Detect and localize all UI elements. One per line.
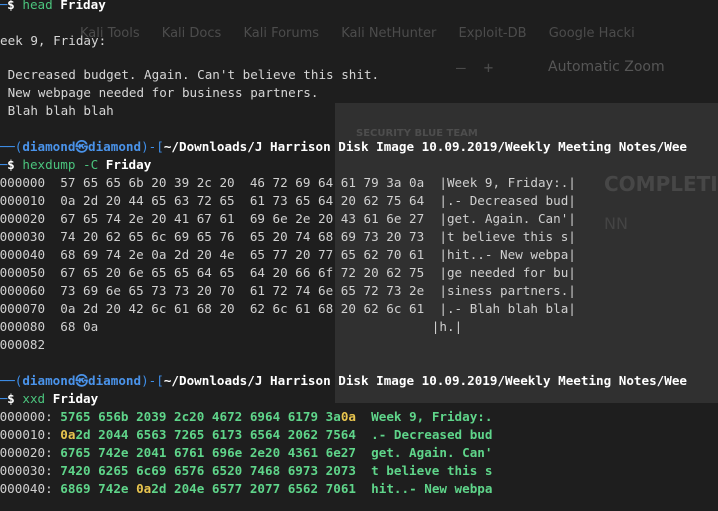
ascii-delimiter: | xyxy=(439,301,447,316)
hex-bytes: 65 77 20 77 65 62 70 61 xyxy=(249,247,425,262)
xxd-hex: 6869 742e xyxy=(60,481,137,496)
hex-bytes: 67 65 74 2e 20 41 67 61 xyxy=(60,211,235,226)
xxd-text: Week 9, Friday:. xyxy=(371,409,493,424)
prompt-line: ┌──(diamond㉿diamond)-[~/Downloads/J Harr… xyxy=(0,139,688,154)
xxd-hex: 5765 656b 2039 2c20 4672 6964 6179 3a xyxy=(60,409,341,424)
output-line: eek 9, Friday: xyxy=(0,33,107,48)
xxd-row: 0000010: 0a2d 2044 6563 7265 6173 6564 2… xyxy=(0,426,492,444)
xxd-text: .- Decreased bud xyxy=(371,427,493,442)
hex-bytes: 69 6e 2e 20 43 61 6e 27 xyxy=(249,211,425,226)
terminal-window[interactable]: └─$ head Friday eek 9, Friday: Decreased… xyxy=(0,0,718,511)
hex-bytes: 0a 2d 20 44 65 63 72 65 xyxy=(60,193,235,208)
ascii-delimiter: | xyxy=(439,211,447,226)
ascii-delimiter: | xyxy=(568,283,576,298)
ascii-delimiter: | xyxy=(568,247,576,262)
hex-offset: 0000010 xyxy=(0,193,46,208)
ascii-text: .- Blah blah bla xyxy=(446,301,569,316)
xxd-hex: 2d 204e 6577 2077 6562 7061 xyxy=(151,481,356,496)
hex-bytes: 68 0a xyxy=(60,319,99,334)
output-line: Decreased budget. Again. Can't believe t… xyxy=(0,67,380,82)
xxd-hex: 2d 2044 6563 7265 6173 6564 2062 7564 xyxy=(75,427,356,442)
hex-offset: 0000060 xyxy=(0,283,46,298)
xxd-offset: 0000010: xyxy=(0,427,53,442)
hex-bytes: 68 69 74 2e 0a 2d 20 4e xyxy=(60,247,235,262)
prompt-tail-line: └─$ head Friday xyxy=(0,0,106,12)
xxd-text: t believe this s xyxy=(371,463,493,478)
xxd-text: hit..- New webpa xyxy=(371,481,493,496)
output-line: New webpage needed for business partners… xyxy=(0,85,319,100)
prompt-line: ┌──(diamond㉿diamond)-[~/Downloads/J Harr… xyxy=(0,373,688,388)
hex-offset: 0000000 xyxy=(0,175,46,190)
hex-bytes: 57 65 65 6b 20 39 2c 20 xyxy=(60,175,235,190)
xxd-hex: 7420 6265 6c69 6576 6520 7468 6973 2073 xyxy=(60,463,356,478)
hexdump-row: 0000010 0a 2d 20 44 65 63 72 65 61 73 65… xyxy=(0,192,576,210)
ascii-delimiter: | xyxy=(439,247,447,262)
xxd-hex: 6765 742e 2041 6761 696e 2e20 4361 6e27 xyxy=(60,445,356,460)
xxd-text: get. Again. Can' xyxy=(371,445,493,460)
ascii-text: t believe this s xyxy=(446,229,569,244)
ascii-delimiter: | xyxy=(439,265,447,280)
hex-bytes: 65 20 74 68 69 73 20 73 xyxy=(249,229,425,244)
xxd-row: 0000000: 5765 656b 2039 2c20 4672 6964 6… xyxy=(0,408,492,426)
xxd-offset: 0000020: xyxy=(0,445,53,460)
hexdump-row: 0000070 0a 2d 20 42 6c 61 68 20 62 6c 61… xyxy=(0,300,576,318)
hex-bytes: 61 73 65 64 20 62 75 64 xyxy=(249,193,425,208)
ascii-text: get. Again. Can' xyxy=(446,211,569,226)
xxd-offset: 0000030: xyxy=(0,463,53,478)
hexdump-row: 0000050 67 65 20 6e 65 65 64 65 64 20 66… xyxy=(0,264,576,282)
xxd-offset: 0000040: xyxy=(0,481,53,496)
hex-offset: 0000030 xyxy=(0,229,46,244)
hexdump-row: 0000082 xyxy=(0,336,45,354)
hex-offset: 0000020 xyxy=(0,211,46,226)
hex-bytes: 64 20 66 6f 72 20 62 75 xyxy=(249,265,425,280)
ascii-delimiter: | xyxy=(568,193,576,208)
ascii-delimiter: | xyxy=(454,319,463,334)
hex-bytes: 67 65 20 6e 65 65 64 65 xyxy=(60,265,235,280)
ascii-text: Week 9, Friday:. xyxy=(446,175,569,190)
ascii-text: ge needed for bu xyxy=(446,265,569,280)
hex-bytes: 73 69 6e 65 73 73 20 70 xyxy=(60,283,235,298)
hexdump-row: 0000080 68 0a |h.| xyxy=(0,318,462,336)
output-line: Blah blah blah xyxy=(0,103,114,118)
hexdump-row: 0000020 67 65 74 2e 20 41 67 61 69 6e 2e… xyxy=(0,210,576,228)
xxd-row: 0000040: 6869 742e 0a2d 204e 6577 2077 6… xyxy=(0,480,492,498)
ascii-delimiter: | xyxy=(568,175,576,190)
hex-offset: 0000040 xyxy=(0,247,46,262)
hex-offset: 0000050 xyxy=(0,265,46,280)
ascii-delimiter: | xyxy=(439,175,447,190)
command-line: └─$ hexdump -C Friday xyxy=(0,157,152,172)
xxd-row: 0000020: 6765 742e 2041 6761 696e 2e20 4… xyxy=(0,444,492,462)
ascii-text: siness partners. xyxy=(446,283,569,298)
ascii-text: .- Decreased bud xyxy=(446,193,569,208)
hex-offset: 0000082 xyxy=(0,337,46,352)
hex-bytes: 74 20 62 65 6c 69 65 76 xyxy=(60,229,235,244)
xxd-offset: 0000000: xyxy=(0,409,53,424)
ascii-delimiter: | xyxy=(568,301,576,316)
hexdump-row: 0000060 73 69 6e 65 73 73 20 70 61 72 74… xyxy=(0,282,576,300)
hexdump-row: 0000000 57 65 65 6b 20 39 2c 20 46 72 69… xyxy=(0,174,576,192)
xxd-hex-newline: 0a xyxy=(340,409,356,424)
hexdump-row: 0000030 74 20 62 65 6c 69 65 76 65 20 74… xyxy=(0,228,576,246)
command-line: └─$ xxd Friday xyxy=(0,391,99,406)
xxd-row: 0000030: 7420 6265 6c69 6576 6520 7468 6… xyxy=(0,462,492,480)
ascii-text: hit..- New webpa xyxy=(446,247,569,262)
ascii-delimiter: | xyxy=(568,229,576,244)
ascii-text: h. xyxy=(439,319,455,334)
hex-bytes: 0a 2d 20 42 6c 61 68 20 xyxy=(60,301,235,316)
ascii-delimiter: | xyxy=(568,265,576,280)
hexdump-row: 0000040 68 69 74 2e 0a 2d 20 4e 65 77 20… xyxy=(0,246,576,264)
hex-bytes: 46 72 69 64 61 79 3a 0a xyxy=(249,175,425,190)
ascii-delimiter: | xyxy=(439,283,447,298)
xxd-hex-newline: 0a xyxy=(136,481,152,496)
hex-offset: 0000080 xyxy=(0,319,46,334)
hex-offset: 0000070 xyxy=(0,301,46,316)
hex-bytes: 61 72 74 6e 65 72 73 2e xyxy=(249,283,425,298)
hex-bytes: 62 6c 61 68 20 62 6c 61 xyxy=(249,301,425,316)
xxd-hex-newline: 0a xyxy=(60,427,76,442)
ascii-delimiter: | xyxy=(568,211,576,226)
ascii-delimiter: | xyxy=(439,193,447,208)
ascii-delimiter: | xyxy=(439,229,447,244)
